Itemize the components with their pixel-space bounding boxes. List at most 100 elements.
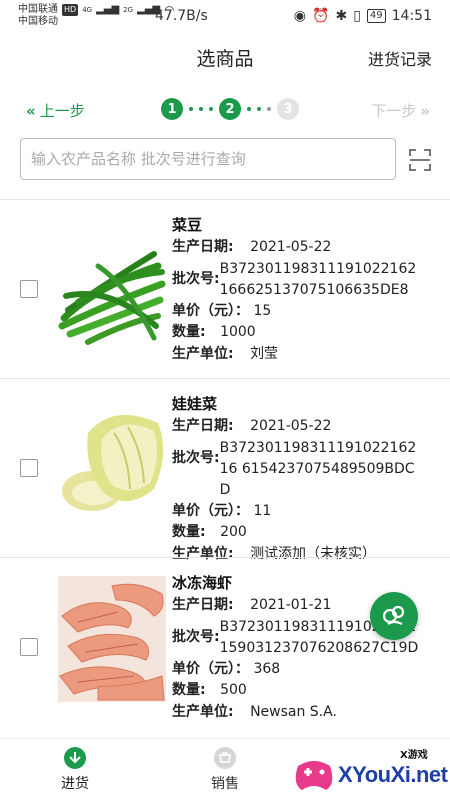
carrier-1: 中国联通	[18, 4, 58, 15]
sales-icon	[214, 747, 236, 769]
production-date-value: 2021-05-22	[250, 418, 332, 434]
site-watermark: X游戏 XYouXi.net	[292, 748, 448, 796]
double-chevron-right-icon: »	[420, 101, 430, 120]
step-1: 1	[161, 98, 183, 120]
unit-price-row: 单价（元）： 368	[172, 659, 442, 681]
batch-row: 批次号: B37230119831119102216216 6154237075…	[172, 438, 442, 501]
step-indicator: 1 2 3	[161, 98, 299, 120]
prev-step-label: 上一步	[39, 102, 85, 120]
search-input[interactable]	[20, 138, 396, 180]
unit-price-row: 单价（元）： 11	[172, 501, 442, 523]
select-checkbox[interactable]	[20, 459, 38, 477]
batch-value: B372301198311191022162166625137075106635…	[219, 260, 417, 298]
frozen-shrimp-image	[58, 576, 166, 702]
production-date-row: 生产日期: 2021-05-22	[172, 416, 442, 438]
gamepad-logo-icon	[295, 761, 333, 790]
product-info: 娃娃菜 生产日期: 2021-05-22 批次号: B3723011983111…	[172, 393, 442, 565]
production-date-value: 2021-01-21	[250, 597, 332, 613]
unit-price-label: 单价（元）：	[172, 502, 249, 519]
tab-purchase[interactable]: 进货	[45, 747, 105, 793]
quantity-value: 500	[220, 682, 247, 698]
title-bar: 选商品 进货记录	[0, 38, 450, 78]
unit-price-label: 单价（元）：	[172, 302, 249, 319]
producer-value: Newsan S.A.	[250, 703, 337, 720]
select-checkbox[interactable]	[20, 280, 38, 298]
step-dot	[247, 107, 251, 111]
production-date-row: 生产日期: 2021-05-22	[172, 237, 442, 259]
step-3: 3	[277, 98, 299, 120]
step-dot	[257, 107, 261, 111]
quantity-label: 数量:	[172, 324, 206, 340]
step-dot	[209, 107, 213, 111]
green-bean-image	[58, 226, 166, 352]
vegetable-icon	[382, 605, 405, 625]
quantity-label: 数量:	[172, 524, 206, 540]
alarm-icon: ⏰	[312, 8, 330, 24]
watermark-small-text: X游戏	[400, 750, 428, 761]
quantity-value: 1000	[220, 324, 256, 340]
baby-cabbage-image	[58, 393, 166, 519]
production-date-label: 生产日期:	[172, 418, 234, 434]
product-item[interactable]: 菜豆 生产日期: 2021-05-22 批次号: B37230119831119…	[0, 200, 450, 378]
double-chevron-left-icon: «	[26, 101, 36, 120]
next-step-button[interactable]: 下一步 »	[371, 100, 430, 121]
batch-label: 批次号:	[172, 449, 220, 466]
watermark-text: XYouXi.net	[338, 762, 448, 787]
clock: 14:51	[391, 8, 432, 24]
batch-label: 批次号:	[172, 628, 220, 645]
step-2: 2	[219, 98, 241, 120]
carrier-info: 中国联通 HD 4G ▂▄▆ 2G ▂▄▆ ◠ 中国移动	[18, 4, 175, 28]
unit-price-value: 15	[253, 302, 272, 319]
product-item[interactable]: 娃娃菜 生产日期: 2021-05-22 批次号: B3723011983111…	[0, 379, 450, 562]
purchase-records-link[interactable]: 进货记录	[368, 46, 432, 70]
vegetable-cart-fab[interactable]	[370, 592, 418, 640]
signal-icon: ▂▄▆	[96, 4, 120, 15]
quantity-label: 数量:	[172, 682, 206, 698]
product-name: 冰冻海虾	[172, 574, 233, 592]
quantity-row: 数量: 500	[172, 680, 442, 702]
net-1: 4G	[82, 6, 93, 14]
status-icons: ◉ ⏰ ✱ ▯ 49 14:51	[294, 8, 432, 24]
unit-price-row: 单价（元）： 15	[172, 301, 442, 323]
prev-step-button[interactable]: « 上一步	[26, 100, 85, 121]
producer-row: 生产单位: Newsan S.A.	[172, 702, 442, 724]
step-dot	[267, 107, 271, 111]
select-checkbox[interactable]	[20, 638, 38, 656]
batch-value: B37230119831119102216216 615423707548950…	[219, 439, 417, 498]
unit-price-label: 单价（元）：	[172, 660, 249, 677]
quantity-value: 200	[220, 524, 247, 540]
net-2: 2G	[123, 6, 134, 14]
tab-sales[interactable]: 销售	[195, 747, 255, 793]
quantity-row: 数量: 200	[172, 522, 442, 544]
carrier-2: 中国移动	[18, 16, 58, 27]
product-item[interactable]: 冰冻海虾 生产日期: 2021-01-21 批次号: B372301198311…	[0, 558, 450, 736]
scan-icon[interactable]	[408, 148, 432, 172]
production-date-label: 生产日期:	[172, 597, 234, 613]
product-info: 菜豆 生产日期: 2021-05-22 批次号: B37230119831119…	[172, 214, 442, 365]
production-date-value: 2021-05-22	[250, 239, 332, 255]
unit-price-value: 368	[253, 660, 281, 677]
eye-icon: ◉	[293, 8, 307, 24]
hd-badge: HD	[62, 4, 79, 16]
production-date-label: 生产日期:	[172, 239, 234, 255]
purchase-icon	[64, 747, 86, 769]
batch-label: 批次号:	[172, 270, 220, 287]
step-dot	[189, 107, 193, 111]
step-navigation: « 上一步 1 2 3 下一步 »	[0, 96, 450, 126]
product-name: 娃娃菜	[172, 395, 218, 413]
status-bar: 中国联通 HD 4G ▂▄▆ 2G ▂▄▆ ◠ 中国移动 47.7B/s ◉ ⏰…	[0, 0, 450, 36]
unit-price-value: 11	[253, 502, 272, 519]
step-dot	[199, 107, 203, 111]
bluetooth-icon: ✱	[335, 8, 348, 24]
tab-sales-label: 销售	[211, 776, 239, 792]
producer-label: 生产单位:	[172, 345, 234, 362]
quantity-row: 数量: 1000	[172, 322, 442, 344]
network-speed: 47.7B/s	[155, 8, 208, 24]
producer-row: 生产单位: 刘莹	[172, 344, 442, 366]
vibrate-icon: ▯	[353, 8, 361, 24]
producer-label: 生产单位:	[172, 703, 234, 720]
product-name: 菜豆	[172, 216, 203, 234]
tab-purchase-label: 进货	[61, 776, 89, 792]
producer-value: 刘莹	[250, 345, 279, 362]
batch-row: 批次号: B3723011983111910221621666251370751…	[172, 259, 442, 301]
